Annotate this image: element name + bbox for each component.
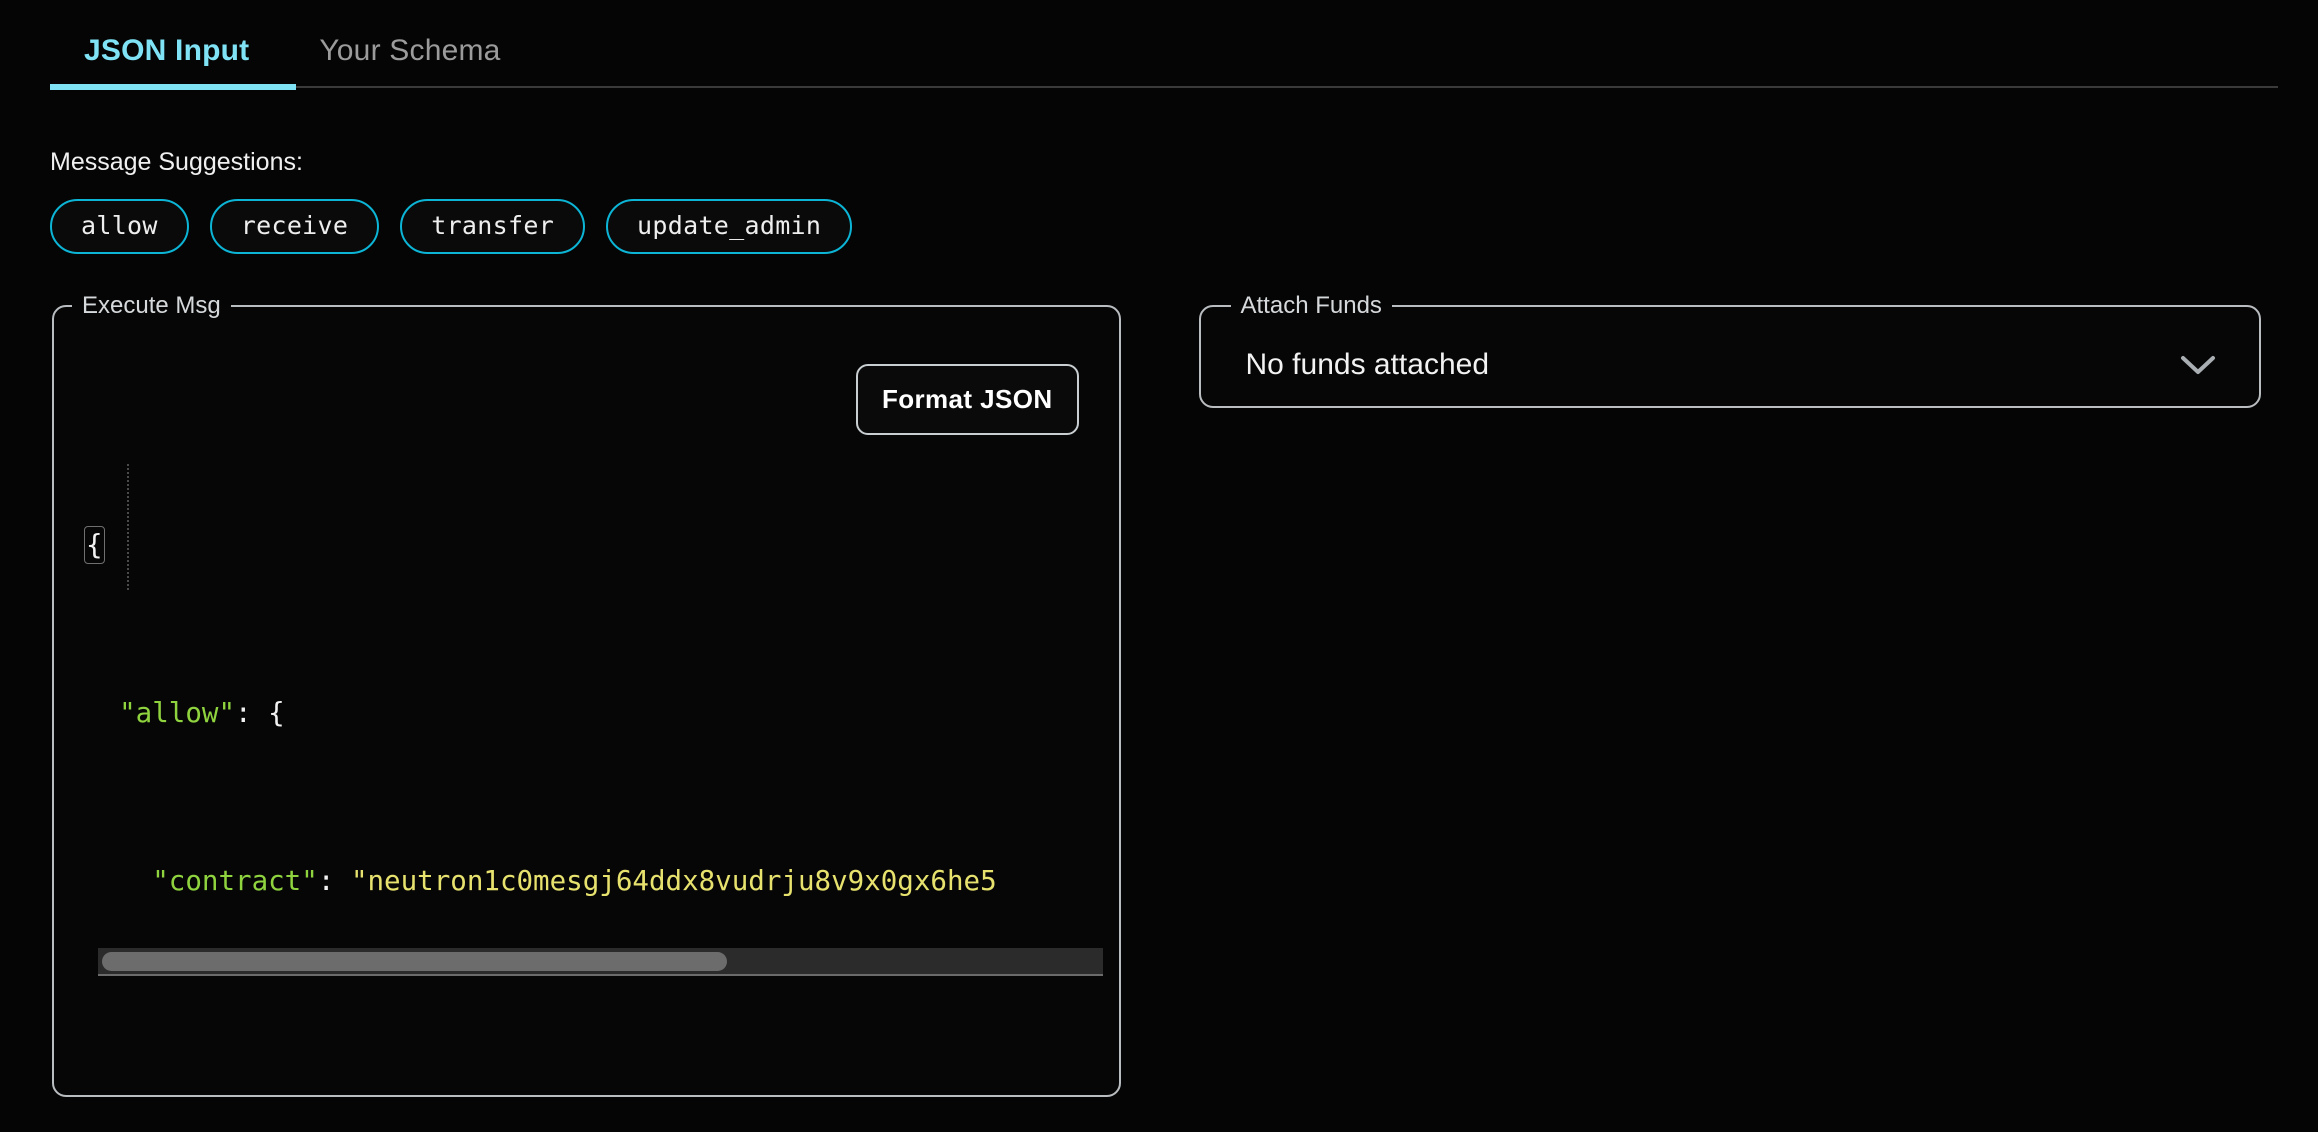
suggestion-chip-transfer[interactable]: transfer (400, 199, 586, 254)
json-punctuation: : (317, 865, 351, 897)
code-line: { (76, 524, 1097, 566)
code-line: "allow": { (76, 692, 1097, 734)
tab-your-schema[interactable]: Your Schema (285, 0, 536, 88)
message-suggestion-chips: allow receive transfer update_admin (50, 199, 2318, 254)
execute-msg-panel: Execute Msg Format JSON { "allow": { "co… (52, 292, 1121, 1097)
attach-funds-legend: Attach Funds (1240, 292, 1382, 319)
editor-horizontal-scrollbar[interactable] (98, 948, 1103, 976)
attach-funds-selected-value: No funds attached (1245, 347, 1490, 381)
scrollbar-thumb[interactable] (102, 952, 727, 971)
message-suggestions-label: Message Suggestions: (50, 148, 303, 176)
code-line: "contract": "neutron1c0mesgj64ddx8vudrju… (76, 860, 1097, 902)
attach-funds-select[interactable]: No funds attached (1213, 326, 2248, 404)
json-key: "allow" (119, 697, 236, 729)
json-code-area[interactable]: { "allow": { "contract": "neutron1c0mesg… (76, 338, 1097, 994)
tab-json-input[interactable]: JSON Input (50, 0, 285, 88)
main-content: Execute Msg Format JSON { "allow": { "co… (0, 292, 2318, 1097)
chevron-down-icon[interactable] (2179, 353, 2217, 377)
matching-bracket-open: { (84, 526, 105, 564)
attach-funds-panel: Attach Funds No funds attached (1198, 292, 2261, 408)
suggestion-chip-allow[interactable]: allow (50, 199, 189, 254)
json-key: "contract" (152, 865, 318, 897)
tab-bar-divider (50, 86, 2278, 88)
suggestion-chip-receive[interactable]: receive (209, 199, 380, 254)
json-editor[interactable]: Format JSON { "allow": { "contract": "ne… (76, 338, 1103, 1038)
json-string-value: "neutron1c0mesgj64ddx8vudrju8v9x0gx6he5 (350, 865, 997, 897)
execute-msg-legend: Execute Msg (82, 292, 221, 319)
json-punctuation: : { (235, 697, 285, 729)
format-json-button[interactable]: Format JSON (855, 364, 1079, 435)
tab-bar: JSON Input Your Schema (0, 0, 2318, 92)
active-tab-indicator (50, 84, 296, 90)
suggestion-chip-update-admin[interactable]: update_admin (606, 199, 853, 254)
tab-list: JSON Input Your Schema (0, 0, 2318, 88)
